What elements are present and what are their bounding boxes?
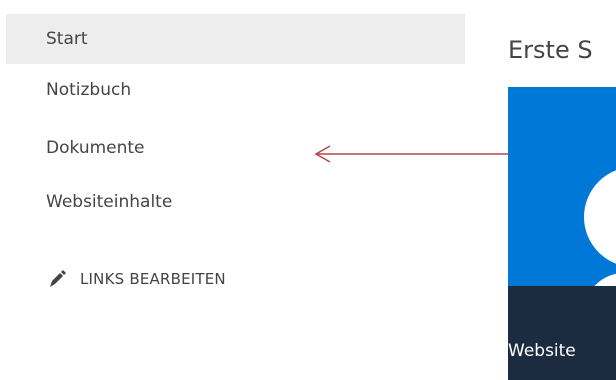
edit-links-label: LINKS BEARBEITEN — [80, 270, 226, 288]
tile-label: Website — [508, 341, 576, 361]
nav-item-dokumente[interactable]: Dokumente — [6, 122, 465, 174]
nav-item-label: Notizbuch — [46, 80, 132, 100]
page-title: Erste S — [508, 36, 593, 65]
nav-item-start[interactable]: Start — [6, 14, 465, 64]
nav-item-label: Dokumente — [46, 138, 145, 158]
nav-item-websiteinhalte[interactable]: Websiteinhalte — [6, 176, 465, 228]
nav-item-notizbuch[interactable]: Notizbuch — [6, 65, 465, 115]
tile-footer — [508, 286, 616, 380]
website-tile[interactable]: Website — [508, 87, 616, 380]
nav-item-label: Websiteinhalte — [46, 192, 173, 212]
sharepoint-icon — [584, 170, 616, 286]
edit-links-button[interactable]: LINKS BEARBEITEN — [46, 265, 226, 293]
pencil-icon — [46, 268, 68, 290]
nav-item-label: Start — [46, 29, 88, 49]
